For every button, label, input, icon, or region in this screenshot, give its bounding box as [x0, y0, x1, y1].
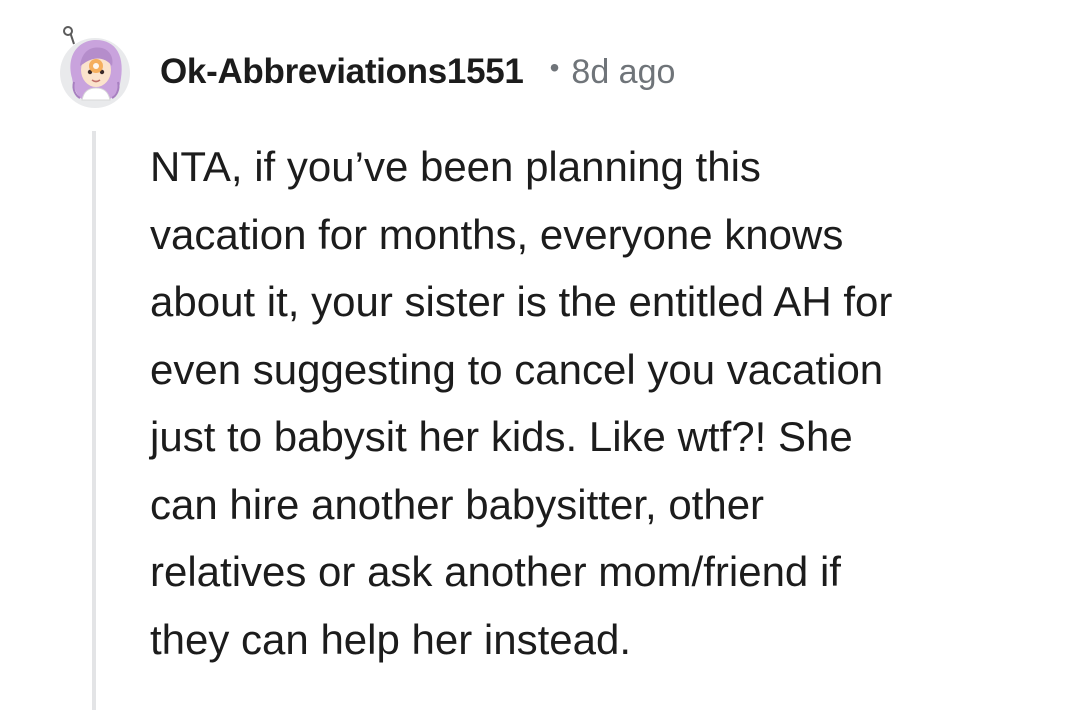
comment-body-line: relatives or ask another mom/friend if — [150, 548, 841, 595]
meta-separator: • — [549, 52, 560, 83]
comment-body: NTA, if you’ve been planning this vacati… — [150, 133, 1050, 673]
comment-body-line: they can help her instead. — [150, 615, 631, 663]
user-avatar[interactable] — [56, 26, 134, 108]
comment-body-line: NTA, if you’ve been planning this — [150, 143, 761, 190]
comment: Ok-Abbreviations1551 • 8d ago NTA, if yo… — [0, 0, 1079, 710]
thread-line[interactable] — [92, 131, 96, 710]
comment-body-line: vacation for months, everyone knows — [150, 210, 844, 258]
comment-body-line: even suggesting to cancel you vacation — [150, 345, 884, 393]
comment-body-line: about it, your sister is the entitled AH… — [150, 278, 893, 325]
comment-meta: Ok-Abbreviations1551 • 8d ago — [160, 48, 675, 96]
comment-body-line: can hire another babysitter, other — [150, 480, 765, 528]
comment-body-line: just to babysit her kids. Like wtf?! She — [150, 413, 853, 460]
comment-timestamp[interactable]: 8d ago — [571, 53, 675, 92]
username-link[interactable]: Ok-Abbreviations1551 — [160, 52, 524, 92]
reddit-avatar-icon — [60, 26, 130, 108]
